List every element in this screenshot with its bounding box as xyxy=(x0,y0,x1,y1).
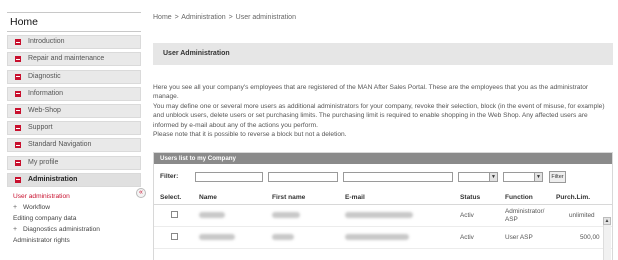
page-description: Here you see all your company's employee… xyxy=(153,83,613,139)
subnav-item-label: Administrator rights xyxy=(13,236,70,244)
expand-square-icon xyxy=(15,73,21,80)
filter-name-input[interactable] xyxy=(195,172,263,182)
subnav-item-label: Editing company data xyxy=(13,214,77,222)
column-header-email[interactable]: E-mail xyxy=(345,194,365,201)
users-panel-header: Users list to my Company xyxy=(154,153,612,164)
sidebar-item-label: Information xyxy=(28,89,64,97)
sidebar-item-web-shop[interactable]: Web-Shop xyxy=(7,103,141,118)
description-paragraph: Please note that it is possible to rever… xyxy=(153,131,347,139)
description-paragraph: You may define one or several more users… xyxy=(153,102,605,129)
plus-icon: + xyxy=(13,225,18,233)
row-select-checkbox[interactable] xyxy=(171,233,178,240)
sidebar-item-information[interactable]: Information xyxy=(7,86,141,101)
row-status: Activ xyxy=(460,234,474,241)
row-purchase-limit: 500,00 xyxy=(580,234,600,241)
column-header-status[interactable]: Status xyxy=(460,194,480,201)
filter-function-select[interactable]: ▼ xyxy=(503,172,543,182)
chevron-down-icon: ▼ xyxy=(534,173,542,181)
filter-label: Filter: xyxy=(160,173,179,180)
row-purchase-limit: unlimited xyxy=(569,212,595,219)
redacted-name xyxy=(199,212,225,218)
expand-square-icon xyxy=(15,39,21,46)
sidebar-item-label: My profile xyxy=(28,158,59,166)
filter-first-name-input[interactable] xyxy=(268,172,338,182)
sidebar-item-diagnostic[interactable]: Diagnostic xyxy=(7,69,141,84)
sidebar-item-support[interactable]: Support xyxy=(7,121,141,136)
expand-square-icon xyxy=(15,90,21,97)
row-function: User ASP xyxy=(505,234,533,241)
plus-icon: + xyxy=(13,203,18,211)
subnav-item-label: User administration xyxy=(13,192,70,200)
redacted-name xyxy=(199,234,235,240)
filter-status-select[interactable]: ▼ xyxy=(458,172,498,182)
sidebar-item-label: Web-Shop xyxy=(28,106,61,114)
redacted-first-name xyxy=(272,234,294,240)
expand-square-icon xyxy=(15,56,21,63)
redacted-first-name xyxy=(272,212,300,218)
sidebar-item-administration[interactable]: Administration xyxy=(7,172,141,187)
sidebar-home-link[interactable]: Home xyxy=(7,12,141,32)
sidebar-item-label: Introduction xyxy=(28,38,65,46)
expand-square-icon xyxy=(15,107,21,114)
subnav-item-workflow[interactable]: + Workflow xyxy=(7,202,141,213)
collapse-sidebar-icon[interactable]: « xyxy=(136,188,146,198)
description-paragraph: Here you see all your company's employee… xyxy=(153,84,589,101)
expand-square-icon xyxy=(15,142,21,149)
collapse-square-icon xyxy=(15,176,21,183)
column-header-function[interactable]: Function xyxy=(505,194,533,201)
column-header-select: Select. xyxy=(160,194,182,201)
filter-button[interactable]: Filter xyxy=(549,171,566,183)
filter-row: Filter: ▼ ▼ Filter xyxy=(154,164,612,188)
breadcrumb-home[interactable]: Home xyxy=(153,14,172,21)
page-title: User Administration xyxy=(153,43,613,65)
sidebar: Home Introduction Repair and maintenance… xyxy=(7,12,141,246)
sidebar-item-label: Repair and maintenance xyxy=(28,55,105,63)
breadcrumb-current: User administration xyxy=(235,14,296,21)
breadcrumb: Home > Administration > User administrat… xyxy=(153,14,296,21)
row-select-checkbox[interactable] xyxy=(171,211,178,218)
scroll-up-icon[interactable]: ▲ xyxy=(603,217,611,225)
redacted-email xyxy=(345,212,413,218)
filter-email-input[interactable] xyxy=(343,172,453,182)
table-row: Activ Administrator/ ASP unlimited xyxy=(154,205,612,227)
sidebar-item-repair-and-maintenance[interactable]: Repair and maintenance xyxy=(7,52,141,67)
expand-square-icon xyxy=(15,125,21,132)
breadcrumb-separator: > xyxy=(174,14,179,21)
subnav-item-administrator-rights[interactable]: Administrator rights xyxy=(7,235,141,246)
sidebar-item-label: Support xyxy=(28,124,53,132)
column-header-first-name[interactable]: First name xyxy=(272,194,305,201)
breadcrumb-separator: > xyxy=(228,14,233,21)
sidebar-item-my-profile[interactable]: My profile xyxy=(7,155,141,170)
sidebar-item-label: Standard Navigation xyxy=(28,141,92,149)
subnav-item-editing-company-data[interactable]: Editing company data xyxy=(7,213,141,224)
subnav-item-user-administration[interactable]: User administration xyxy=(7,191,141,202)
sidebar-item-introduction[interactable]: Introduction xyxy=(7,35,141,50)
expand-square-icon xyxy=(15,159,21,166)
table-row: Activ User ASP 500,00 xyxy=(154,227,612,249)
table-header: Select. Name First name E-mail Status Fu… xyxy=(154,188,612,205)
subnav-item-label: Diagnostics administration xyxy=(23,225,100,233)
breadcrumb-administration[interactable]: Administration xyxy=(181,14,225,21)
chevron-down-icon: ▼ xyxy=(489,173,497,181)
administration-subnav: User administration + Workflow Editing co… xyxy=(7,191,141,246)
column-header-name[interactable]: Name xyxy=(199,194,217,201)
row-function: Administrator/ ASP xyxy=(505,208,545,223)
sidebar-item-standard-navigation[interactable]: Standard Navigation xyxy=(7,138,141,153)
subnav-item-label: Workflow xyxy=(23,203,50,211)
column-header-purchase-limit[interactable]: Purch.Lim. xyxy=(556,194,590,201)
redacted-email xyxy=(345,234,409,240)
sidebar-item-label: Administration xyxy=(28,175,78,183)
users-panel: Users list to my Company Filter: ▼ ▼ Fil… xyxy=(153,152,613,260)
subnav-item-diagnostics-administration[interactable]: + Diagnostics administration xyxy=(7,224,141,235)
row-status: Activ xyxy=(460,212,474,219)
sidebar-item-label: Diagnostic xyxy=(28,72,61,80)
